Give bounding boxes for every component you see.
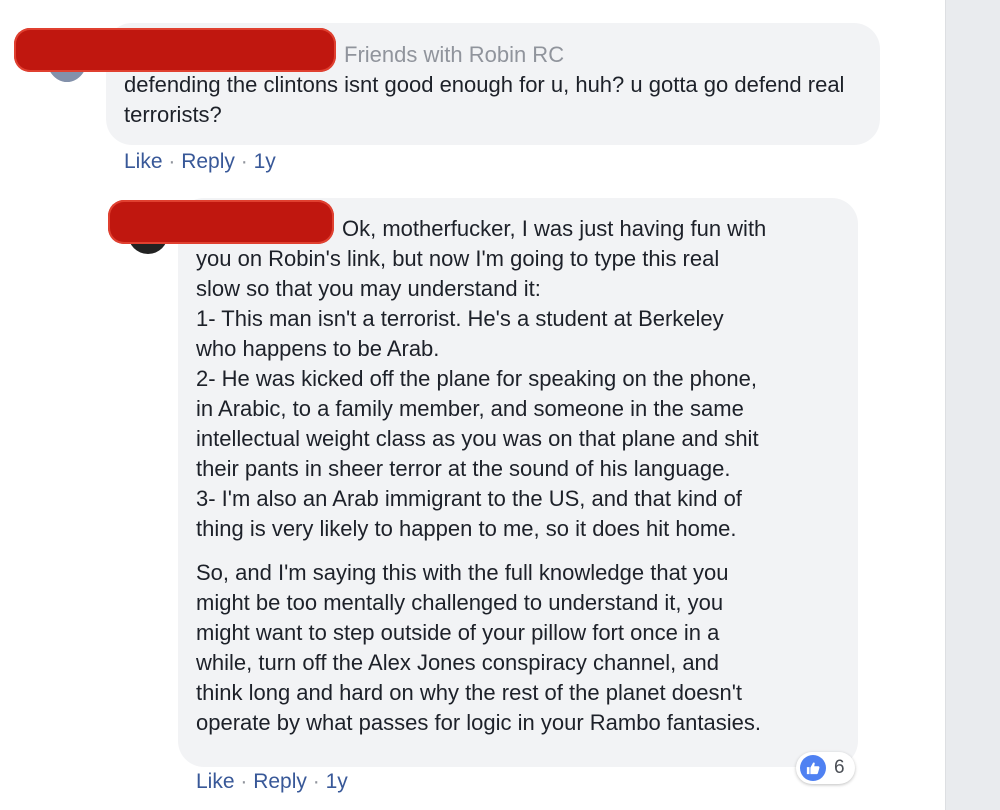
text-line: their pants in sheer terror at the sound…: [196, 456, 731, 481]
reaction-count: 6: [834, 757, 845, 778]
comment-1-actions: Like · Reply · 1y: [124, 150, 276, 174]
text-line: you on Robin's link, but now I'm going t…: [196, 246, 720, 271]
thumbs-up-icon: [800, 755, 826, 781]
text-line: might be too mentally challenged to unde…: [196, 590, 724, 615]
separator: ·: [234, 770, 254, 793]
text-line: operate by what passes for logic in your…: [196, 710, 761, 735]
separator: ·: [306, 770, 326, 793]
like-link[interactable]: Like: [196, 770, 235, 793]
text-line: in Arabic, to a family member, and someo…: [196, 396, 744, 421]
comment-thread: Friends with Robin RC defending the clin…: [0, 0, 1000, 810]
separator: ·: [234, 150, 254, 173]
text-line: 1- This man isn't a terrorist. He's a st…: [196, 306, 724, 331]
text-line: So, and I'm saying this with the full kn…: [196, 560, 729, 585]
comment-1-text: defending the clintons isnt good enough …: [124, 72, 845, 127]
right-sidebar: [945, 0, 1000, 810]
reply-link[interactable]: Reply: [253, 770, 307, 793]
text-line: who happens to be Arab.: [196, 336, 440, 361]
timestamp-link[interactable]: 1y: [254, 150, 276, 173]
friends-with-label: Friends with Robin RC: [344, 42, 565, 67]
redacted-name-1: [14, 28, 336, 72]
comment-2-first-line: Ok, motherfucker, I was just having fun …: [342, 216, 767, 241]
comment-2-actions: Like · Reply · 1y: [196, 770, 348, 794]
text-line: 3- I'm also an Arab immigrant to the US,…: [196, 486, 742, 511]
text-line: while, turn off the Alex Jones conspirac…: [196, 650, 720, 675]
text-line: intellectual weight class as you was on …: [196, 426, 759, 451]
comment-2-paragraph-1: Ok, motherfucker, I was just having fun …: [196, 214, 846, 544]
text-line: thing is very likely to happen to me, so…: [196, 516, 737, 541]
reaction-summary[interactable]: 6: [796, 752, 855, 784]
text-line: 2- He was kicked off the plane for speak…: [196, 366, 757, 391]
text-line: think long and hard on why the rest of t…: [196, 680, 743, 705]
reply-link[interactable]: Reply: [181, 150, 235, 173]
text-line: slow so that you may understand it:: [196, 276, 541, 301]
timestamp-link[interactable]: 1y: [326, 770, 348, 793]
comment-2-text: Ok, motherfucker, I was just having fun …: [196, 214, 846, 738]
comment-2-paragraph-2: So, and I'm saying this with the full kn…: [196, 558, 846, 738]
text-line: might want to step outside of your pillo…: [196, 620, 720, 645]
like-link[interactable]: Like: [124, 150, 163, 173]
separator: ·: [162, 150, 182, 173]
